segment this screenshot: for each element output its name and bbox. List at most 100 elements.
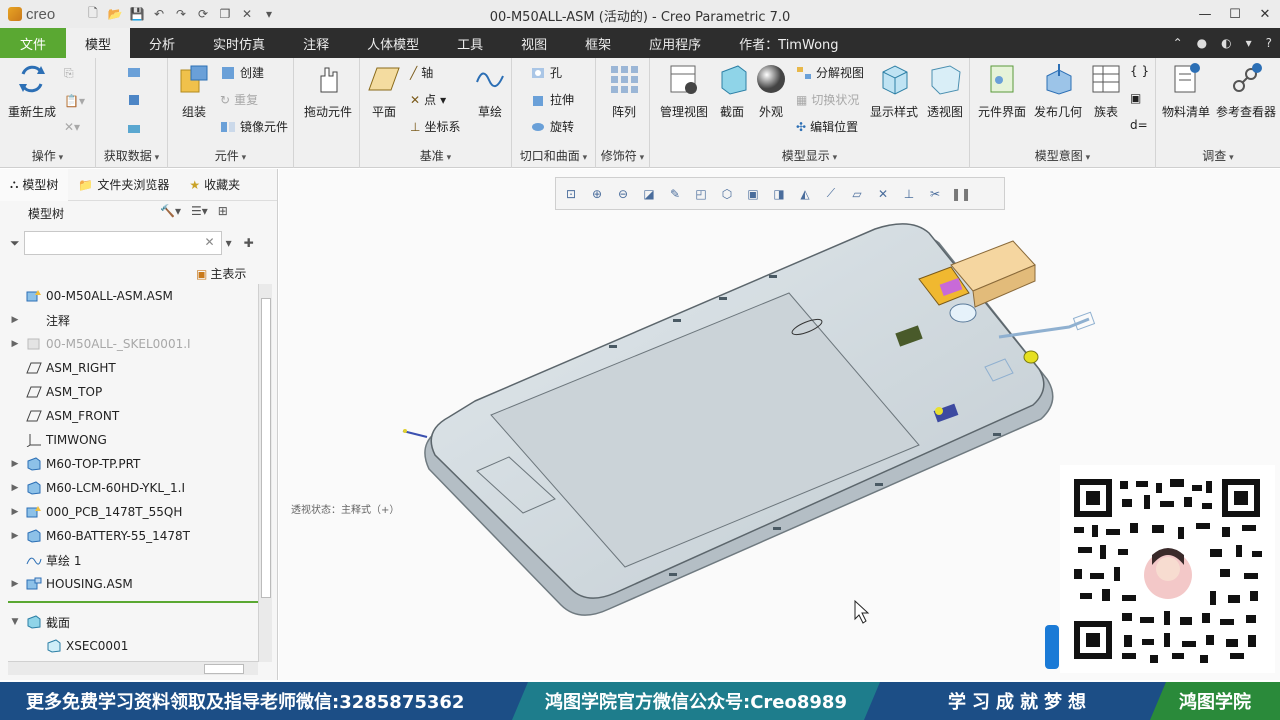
shrinkwrap-icon[interactable]	[126, 120, 142, 136]
tab-annotate[interactable]: 注释	[284, 28, 348, 58]
user-defined-feature-icon[interactable]	[126, 64, 142, 80]
expand-icon[interactable]: ▶	[8, 315, 22, 325]
scroll-thumb[interactable]	[261, 298, 271, 598]
repeat-button[interactable]: ↻ 重复	[220, 91, 258, 108]
tree-row-sketch[interactable]: 草绘 1	[8, 548, 258, 572]
csys-button[interactable]: ⊥ 坐标系	[410, 118, 460, 135]
expand-icon[interactable]: ▶	[8, 339, 22, 349]
revolve-button[interactable]: 旋转	[530, 118, 574, 135]
hole-button[interactable]: 孔	[530, 64, 562, 81]
tree-row-asm-front[interactable]: ASM_FRONT	[8, 404, 258, 428]
tree-vertical-scrollbar[interactable]	[258, 284, 272, 662]
tree-columns-icon[interactable]: ⊞	[218, 204, 228, 218]
tree-row-asm-top[interactable]: ASM_TOP	[8, 380, 258, 404]
redo-icon[interactable]: ↷	[172, 5, 190, 23]
close-icon[interactable]: ✕	[1250, 0, 1280, 28]
tree-row-battery[interactable]: ▶ M60-BATTERY-55_1478T	[8, 524, 258, 548]
extrude-button[interactable]: 拉伸	[530, 91, 574, 108]
bom-button[interactable]: 物料清单	[1160, 62, 1212, 120]
collapse-ribbon-icon[interactable]: ⌃	[1173, 36, 1183, 50]
settings-dropdown-icon[interactable]: ▾	[1246, 36, 1252, 50]
create-button[interactable]: 创建	[220, 64, 264, 81]
sketch-button[interactable]: 草绘	[472, 62, 508, 120]
scroll-thumb[interactable]	[204, 664, 244, 674]
appearance-button[interactable]: 外观	[754, 62, 788, 120]
tab-author[interactable]: 作者：TimWong	[720, 28, 857, 58]
tree-row-skeleton[interactable]: ▶ 00-M50ALL-_SKEL0001.I	[8, 332, 258, 356]
tree-row-xsec[interactable]: XSEC0001	[28, 634, 258, 658]
toggle-status-button[interactable]: ▦ 切换状况	[796, 91, 859, 108]
tree-row-top-tp[interactable]: ▶ M60-TOP-TP.PRT	[8, 452, 258, 476]
tab-analysis[interactable]: 分析	[130, 28, 194, 58]
expand-icon[interactable]: ▶	[8, 459, 22, 469]
expand-icon[interactable]: ▶	[8, 483, 22, 493]
tree-row-asm-right[interactable]: ASM_RIGHT	[8, 356, 258, 380]
perspective-button[interactable]: 透视图	[924, 62, 966, 120]
mirror-component-button[interactable]: 镜像元件	[220, 118, 288, 135]
help-icon[interactable]: ?	[1266, 36, 1272, 50]
tree-row-lcm[interactable]: ▶ M60-LCM-60HD-YKL_1.I	[8, 476, 258, 500]
tree-row-root[interactable]: 00-M50ALL-ASM.ASM	[8, 284, 258, 308]
publish-geometry-button[interactable]: 发布几何	[1032, 62, 1084, 120]
regenerate-button[interactable]: 重新生成	[6, 62, 58, 120]
explode-view-button[interactable]: 分解视图	[796, 64, 864, 81]
tree-row-annotations[interactable]: ▶ 注释	[8, 308, 258, 332]
filter-icon[interactable]: ⏷	[10, 236, 20, 251]
tab-view[interactable]: 视图	[502, 28, 566, 58]
plane-button[interactable]: 平面	[366, 62, 402, 120]
tab-applications[interactable]: 应用程序	[630, 28, 720, 58]
paste-icon[interactable]: 📋▾	[64, 94, 85, 108]
new-file-icon[interactable]: 🗋	[84, 5, 102, 23]
regenerate-quick-icon[interactable]: ⟳	[194, 5, 212, 23]
tree-row-sections[interactable]: ▼ 截面	[8, 610, 258, 634]
edit-position-button[interactable]: ✣ 编辑位置	[796, 118, 858, 135]
manage-views-button[interactable]: 管理视图	[656, 62, 712, 120]
collapse-icon[interactable]: ▼	[8, 617, 22, 627]
undo-icon[interactable]: ↶	[150, 5, 168, 23]
tab-live-simulation[interactable]: 实时仿真	[194, 28, 284, 58]
expand-icon[interactable]: ▶	[8, 579, 22, 589]
tab-model[interactable]: 模型	[66, 28, 131, 58]
graphics-window[interactable]: ⊡ ⊕ ⊖ ◪ ✎ ◰ ⬡ ▣ ◨ ◭ ⟋ ▱ ✕ ⊥ ✂ ❚❚ 透视状态：主释…	[279, 169, 1280, 680]
tab-file[interactable]: 文件	[0, 28, 67, 58]
component-interface-button[interactable]: 元件界面	[976, 62, 1028, 120]
tree-row-housing[interactable]: ▶ HOUSING.ASM	[8, 572, 258, 596]
save-icon[interactable]: 💾	[128, 5, 146, 23]
switch-dimensions-icon[interactable]: d=	[1130, 118, 1148, 132]
tab-model-tree[interactable]: ⛬ 模型树	[0, 168, 69, 201]
family-table-button[interactable]: 族表	[1088, 62, 1124, 120]
filter-dropdown-icon[interactable]: ▾	[226, 236, 232, 250]
pattern-button[interactable]: 阵列	[604, 62, 644, 120]
customize-qat-icon[interactable]: ▾	[260, 5, 278, 23]
tree-horizontal-scrollbar[interactable]	[8, 661, 258, 675]
open-folder-icon[interactable]: 📂	[106, 5, 124, 23]
tree-search-input[interactable]: ✕	[23, 231, 222, 255]
axis-button[interactable]: ╱ 轴	[410, 64, 433, 81]
tree-row-pcb[interactable]: ▶ 000_PCB_1478T_55QH	[8, 500, 258, 524]
close-window-icon[interactable]: ✕	[238, 5, 256, 23]
expand-icon[interactable]: ▶	[8, 507, 22, 517]
tab-folder-browser[interactable]: 📁 文件夹浏览器	[68, 169, 179, 201]
user-icon[interactable]: ●	[1197, 36, 1207, 50]
relations-icon[interactable]: { }	[1130, 64, 1149, 78]
tree-row-csys[interactable]: TIMWONG	[8, 428, 258, 452]
clear-filter-icon[interactable]: ✕	[205, 235, 215, 249]
command-search-icon[interactable]: ◐	[1221, 36, 1231, 50]
tab-favorites[interactable]: ★ 收藏夹	[179, 169, 250, 201]
tab-tools[interactable]: 工具	[438, 28, 502, 58]
assemble-button[interactable]: 组装	[176, 62, 212, 120]
windows-icon[interactable]: ❐	[216, 5, 234, 23]
copy-geometry-icon[interactable]	[126, 92, 142, 108]
copy-icon[interactable]: ⎘	[64, 66, 74, 81]
main-representation[interactable]: ▣ 主表示	[196, 265, 246, 282]
section-button[interactable]: 截面	[716, 62, 748, 120]
add-filter-icon[interactable]: ✚	[244, 236, 254, 250]
expand-icon[interactable]: ▶	[8, 531, 22, 541]
tree-settings-icon[interactable]: 🔨▾	[160, 204, 181, 218]
parameters-icon[interactable]: ▣	[1130, 91, 1141, 105]
tree-show-icon[interactable]: ☰▾	[191, 204, 208, 218]
drag-components-button[interactable]: 拖动元件	[300, 62, 356, 120]
tab-framework[interactable]: 框架	[566, 28, 630, 58]
maximize-icon[interactable]: ☐	[1220, 0, 1250, 28]
point-button[interactable]: ✕ 点 ▾	[410, 91, 446, 108]
